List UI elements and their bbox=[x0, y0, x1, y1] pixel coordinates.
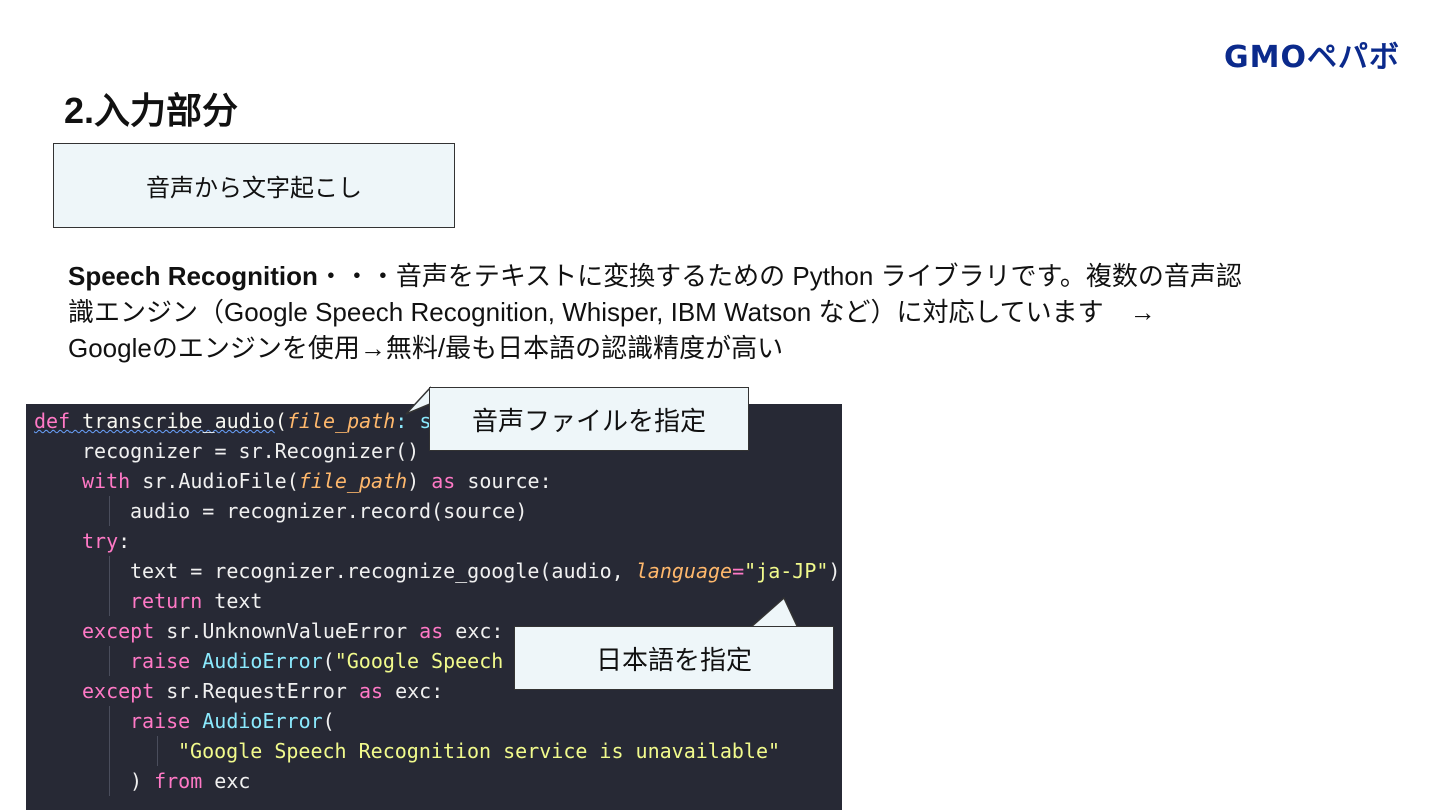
code-token-text: recognizer = sr.Recognizer() bbox=[82, 439, 420, 463]
code-token-text: sr.RequestError bbox=[154, 679, 359, 703]
code-token-keyword: raise bbox=[130, 709, 191, 733]
indent-guide bbox=[109, 646, 110, 676]
code-token-paren: ( bbox=[274, 409, 287, 433]
code-token-paren: ) bbox=[130, 769, 155, 793]
callout-file: 音声ファイルを指定 bbox=[429, 387, 749, 451]
slide-title: 2.入力部分 bbox=[64, 90, 239, 131]
indent-guide bbox=[109, 496, 110, 526]
library-name: Speech Recognition bbox=[68, 261, 318, 291]
code-line-10: except sr.RequestError as exc: bbox=[82, 676, 443, 706]
code-token-keyword: raise bbox=[130, 649, 191, 673]
code-token-text: exc: bbox=[443, 619, 504, 643]
code-token-operator: = bbox=[732, 559, 745, 583]
code-line-6: text = recognizer.recognize_google(audio… bbox=[130, 556, 840, 586]
code-token-paren: ) bbox=[407, 469, 432, 493]
gmo-pepabo-logo: GMOペパボ bbox=[1224, 40, 1400, 75]
code-token-text: : bbox=[118, 529, 131, 553]
description: Speech Recognition・・・音声をテキストに変換するための Pyt… bbox=[68, 258, 1388, 366]
code-token-keyword: as bbox=[419, 619, 444, 643]
code-token-param: language bbox=[635, 559, 733, 583]
code-token-keyword: with bbox=[82, 469, 131, 493]
code-token-text: exc: bbox=[383, 679, 444, 703]
code-line-9: raise AudioError("Google Speech bbox=[130, 646, 503, 676]
code-token-paren: ) bbox=[828, 559, 841, 583]
description-line-3: Googleのエンジンを使用→無料/最も日本語の認識精度が高い bbox=[68, 333, 784, 363]
indent-guide bbox=[157, 736, 158, 766]
code-line-2: recognizer = sr.Recognizer() bbox=[82, 436, 419, 466]
code-token-text: text = recognizer.recognize_google(audio… bbox=[130, 559, 636, 583]
code-token-class: AudioError bbox=[190, 709, 323, 733]
description-line-1-text: ・・・音声をテキストに変換するための Python ライブラリです。複数の音声認 bbox=[317, 261, 1242, 291]
code-token-paren: ( bbox=[322, 649, 335, 673]
code-token-param: file_path bbox=[298, 469, 408, 493]
code-line-13: ) from exc bbox=[130, 766, 250, 796]
code-token-keyword: as bbox=[431, 469, 456, 493]
indent-guide bbox=[109, 706, 110, 796]
code-token-text: audio = recognizer.record(source) bbox=[130, 499, 528, 523]
code-token-keyword: return bbox=[130, 589, 203, 613]
topic-box: 音声から文字起こし bbox=[53, 143, 455, 228]
code-token-keyword: except bbox=[82, 619, 155, 643]
code-line-12: "Google Speech Recognition service is un… bbox=[178, 736, 780, 766]
code-line-7: return text bbox=[130, 586, 262, 616]
code-token-paren: ( bbox=[322, 709, 335, 733]
description-line-1: Speech Recognition・・・音声をテキストに変換するための Pyt… bbox=[68, 258, 1388, 294]
code-token-keyword: def bbox=[34, 409, 71, 433]
topic-box-label: 音声から文字起こし bbox=[146, 175, 362, 202]
code-token-text: text bbox=[202, 589, 263, 613]
callout-lang: 日本語を指定 bbox=[514, 626, 834, 690]
code-line-8: except sr.UnknownValueError as exc: bbox=[82, 616, 503, 646]
code-line-3: with sr.AudioFile(file_path) as source: bbox=[82, 466, 552, 496]
code-token-text: sr.UnknownValueError bbox=[154, 619, 420, 643]
code-line-1: def transcribe_audio(file_path: s bbox=[34, 406, 431, 436]
code-token-string: "Google Speech bbox=[334, 649, 504, 673]
code-token-param: file_path bbox=[286, 409, 396, 433]
code-token-keyword: except bbox=[82, 679, 155, 703]
code-token-keyword: from bbox=[154, 769, 203, 793]
code-token-text: source: bbox=[455, 469, 552, 493]
code-token-function-name: transcribe_audio bbox=[70, 409, 275, 433]
code-token-keyword: try bbox=[82, 529, 119, 553]
description-line-2: 識エンジン（Google Speech Recognition, Whisper… bbox=[68, 297, 1156, 327]
indent-guide bbox=[109, 556, 110, 616]
callout-lang-label: 日本語を指定 bbox=[595, 644, 752, 675]
code-token-text: sr.AudioFile( bbox=[130, 469, 299, 493]
code-token-class: AudioError bbox=[190, 649, 323, 673]
callout-file-label: 音声ファイルを指定 bbox=[471, 405, 706, 436]
code-line-11: raise AudioError( bbox=[130, 706, 335, 736]
code-line-5: try: bbox=[82, 526, 130, 556]
code-token-string: "ja-JP" bbox=[744, 559, 829, 583]
code-token-keyword: as bbox=[358, 679, 384, 703]
code-line-4: audio = recognizer.record(source) bbox=[130, 496, 527, 526]
code-token-text: exc bbox=[202, 769, 251, 793]
code-token-string: "Google Speech Recognition service is un… bbox=[178, 739, 781, 763]
